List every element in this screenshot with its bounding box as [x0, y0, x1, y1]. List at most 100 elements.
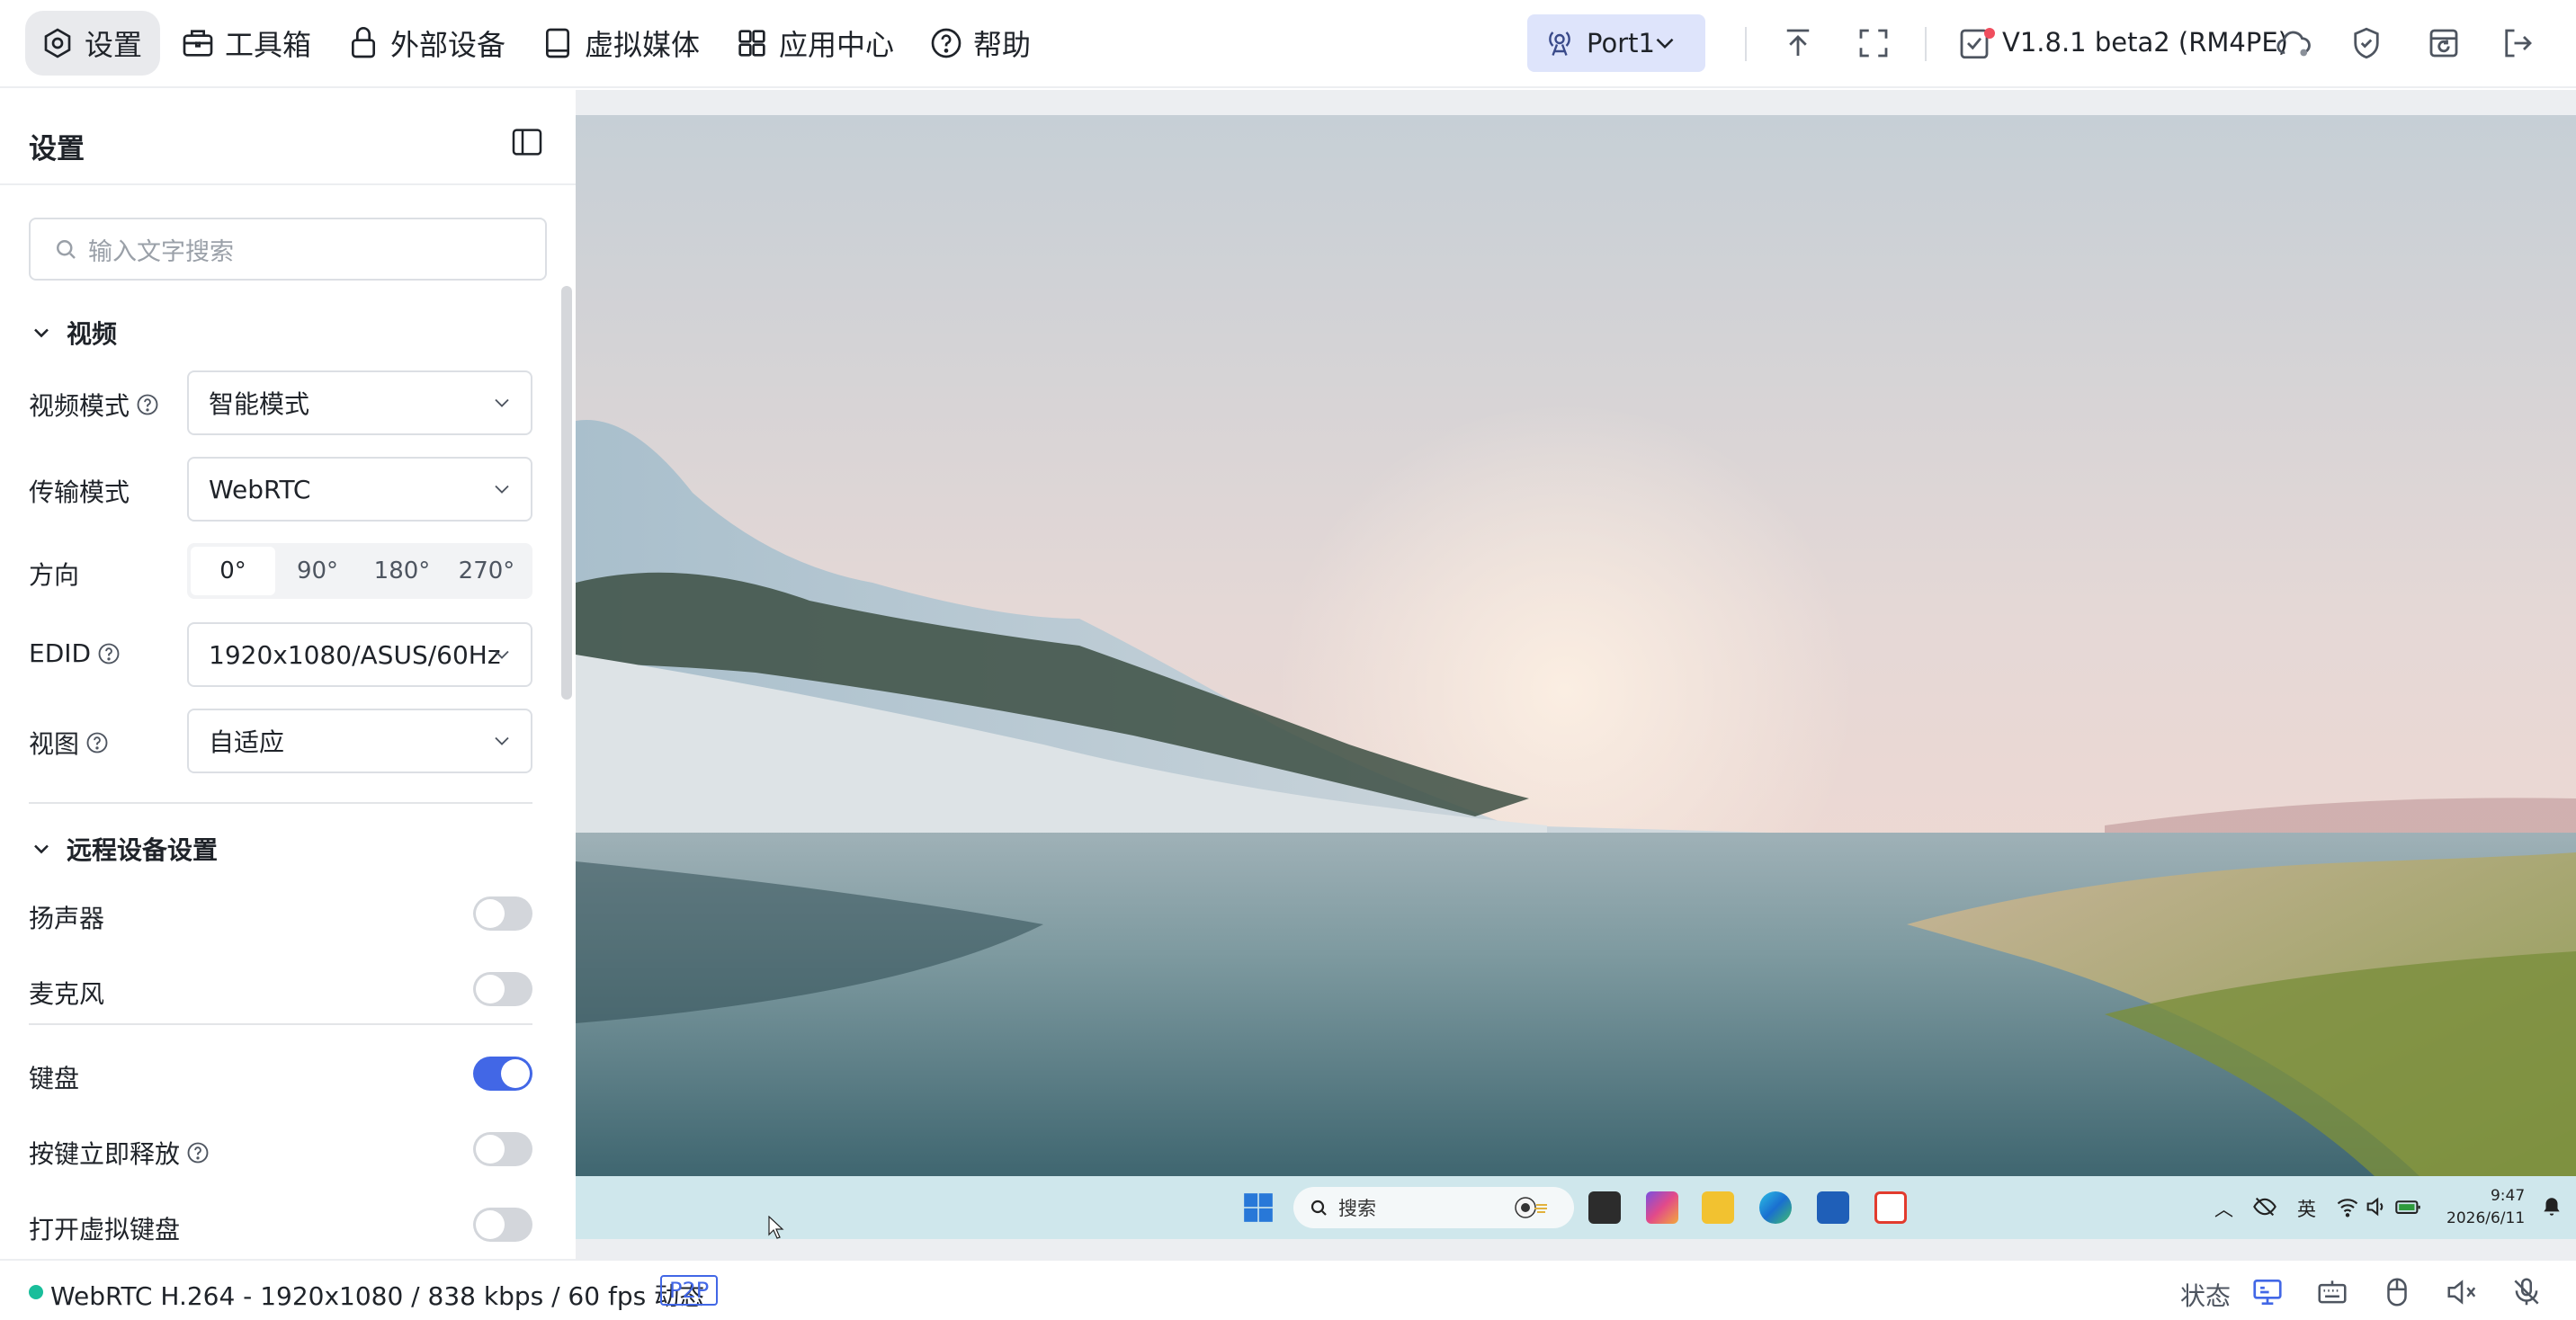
tray-volume-icon[interactable]: [2364, 1194, 2389, 1219]
taskbar-app-explorer-icon[interactable]: [1702, 1191, 1734, 1224]
speaker-toggle[interactable]: [473, 896, 532, 931]
section-divider: [29, 802, 532, 804]
settings-sidebar: 设置 输入文字搜索 视频 视频模式 智能模式 传输模式 WebRTC 方向 0°…: [0, 90, 576, 1259]
orientation-90[interactable]: 90°: [275, 547, 360, 595]
port-label: Port1: [1587, 28, 1655, 58]
sidebar-collapse-icon[interactable]: [509, 124, 545, 160]
orientation-0[interactable]: 0°: [191, 547, 275, 595]
nav-peripherals[interactable]: 外部设备: [331, 11, 523, 76]
tray-battery-icon[interactable]: [2394, 1194, 2421, 1219]
status-label: 状态: [2180, 1281, 2232, 1311]
sidebar-scrollbar[interactable]: [561, 286, 572, 700]
taskbar-search-box[interactable]: 搜索: [1293, 1187, 1574, 1228]
mouse-icon: [2387, 1278, 2407, 1307]
remote-desktop[interactable]: 搜索 ︿ 英 9:47 2026/6/11: [576, 115, 2576, 1239]
windows-start-icon[interactable]: [1241, 1191, 1275, 1225]
transport-mode-select[interactable]: WebRTC: [187, 457, 532, 522]
microphone-toggle[interactable]: [473, 972, 532, 1006]
update-dot: [1984, 28, 1995, 39]
orientation-270[interactable]: 270°: [444, 547, 529, 595]
top-toolbar: 设置 工具箱 外部设备 虚拟媒体 应用中心 帮助 Port1 V1.8.1 be…: [0, 0, 2576, 88]
fullscreen-icon: [1859, 29, 1888, 58]
section-remote-header[interactable]: 远程设备设置: [29, 831, 218, 867]
help-icon: [931, 28, 962, 58]
sidebar-header-divider: [0, 183, 576, 185]
chevron-down-icon: [495, 398, 509, 407]
taskbar-app-task-view-icon[interactable]: [1588, 1191, 1621, 1224]
nav-help[interactable]: 帮助: [914, 11, 1049, 76]
restart-device-icon: [2429, 29, 2458, 58]
mouse-status-button[interactable]: [2380, 1275, 2414, 1309]
video-mode-select[interactable]: 智能模式: [187, 370, 532, 435]
help-circle-icon[interactable]: [135, 392, 160, 417]
taskbar-app-copilot-icon[interactable]: [1646, 1191, 1678, 1224]
desktop-wallpaper: [576, 115, 2576, 1239]
help-circle-icon[interactable]: [185, 1140, 210, 1165]
nav-settings[interactable]: 设置: [25, 11, 161, 76]
nav-app-center[interactable]: 应用中心: [720, 11, 912, 76]
taskbar-clock[interactable]: 9:47 2026/6/11: [2446, 1185, 2525, 1230]
toolbar-divider: [1925, 27, 1927, 61]
tray-eye-off-icon[interactable]: [2252, 1194, 2277, 1219]
search-icon: [57, 240, 76, 259]
upload-icon: [1786, 29, 1810, 56]
view-select[interactable]: 自适应: [187, 709, 532, 773]
cloud-icon: [2276, 31, 2311, 57]
keyboard-icon: [2318, 1280, 2347, 1304]
section-video-header[interactable]: 视频: [29, 315, 117, 351]
search-icon: [1310, 1200, 1327, 1216]
tray-chevron-up-icon[interactable]: ︿: [2214, 1195, 2233, 1222]
instant-release-toggle[interactable]: [473, 1132, 532, 1166]
microphone-status-button[interactable]: [2509, 1275, 2544, 1309]
keyboard-status-button[interactable]: [2315, 1275, 2349, 1309]
security-button[interactable]: [2348, 24, 2385, 62]
edid-select[interactable]: 1920x1080/ASUS/60Hz: [187, 622, 532, 687]
version-label[interactable]: V1.8.1 beta2 (RM4PE): [2002, 27, 2288, 58]
taskbar-app-wps-icon[interactable]: [1874, 1191, 1907, 1224]
help-circle-icon[interactable]: [96, 641, 121, 666]
cloud-button[interactable]: [2274, 24, 2312, 62]
tray-ime-label[interactable]: 英: [2297, 1195, 2316, 1222]
instant-release-label-text: 按键立即释放: [29, 1139, 181, 1169]
upload-button[interactable]: [1779, 24, 1817, 62]
restart-button[interactable]: [2425, 24, 2463, 62]
search-placeholder: 输入文字搜索: [88, 237, 234, 266]
video-mode-value: 智能模式: [209, 389, 310, 419]
keyboard-toggle[interactable]: [473, 1057, 532, 1091]
nav-peripherals-label: 外部设备: [390, 28, 506, 62]
search-highlight-icon: [1515, 1197, 1547, 1218]
nav-toolbox[interactable]: 工具箱: [165, 11, 329, 76]
video-mode-label: 视频模式: [29, 387, 160, 423]
orientation-180[interactable]: 180°: [360, 547, 444, 595]
nav-help-label: 帮助: [973, 28, 1032, 62]
edid-label: EDID: [29, 638, 121, 668]
port-selector[interactable]: Port1: [1527, 14, 1705, 72]
keyboard-label: 键盘: [29, 1064, 80, 1093]
settings-search-input[interactable]: 输入文字搜索: [29, 218, 547, 281]
speaker-status-button[interactable]: [2445, 1275, 2479, 1309]
taskbar-app-store-icon[interactable]: [1817, 1191, 1849, 1224]
taskbar-app-edge-icon[interactable]: [1759, 1191, 1792, 1224]
status-bar: WebRTC H.264 - 1920x1080 / 838 kbps / 60…: [0, 1259, 2576, 1320]
virtual-keyboard-toggle[interactable]: [473, 1208, 532, 1242]
orientation-label: 方向: [29, 560, 80, 590]
nav-app-center-label: 应用中心: [779, 28, 895, 62]
view-value: 自适应: [209, 727, 285, 757]
help-circle-icon[interactable]: [85, 730, 110, 755]
chevron-down-icon: [34, 328, 49, 338]
toolbar-divider: [1745, 27, 1747, 61]
sidebar-title: 设置: [29, 133, 85, 165]
edid-label-text: EDID: [29, 638, 92, 668]
chevron-down-icon: [1656, 38, 1674, 49]
nav-virtual-media[interactable]: 虚拟媒体: [525, 11, 718, 76]
section-video-title: 视频: [67, 319, 118, 349]
tray-wifi-icon[interactable]: [2335, 1194, 2360, 1219]
video-status-button[interactable]: [2250, 1275, 2285, 1309]
lock-device-icon: [352, 27, 375, 58]
fullscreen-button[interactable]: [1855, 24, 1892, 62]
p2p-badge: P2P: [660, 1275, 719, 1306]
logout-button[interactable]: [2499, 24, 2536, 62]
shield-check-icon: [2354, 27, 2379, 59]
nav-virtual-media-label: 虚拟媒体: [585, 28, 701, 62]
tray-notification-bell-icon[interactable]: [2540, 1194, 2563, 1219]
